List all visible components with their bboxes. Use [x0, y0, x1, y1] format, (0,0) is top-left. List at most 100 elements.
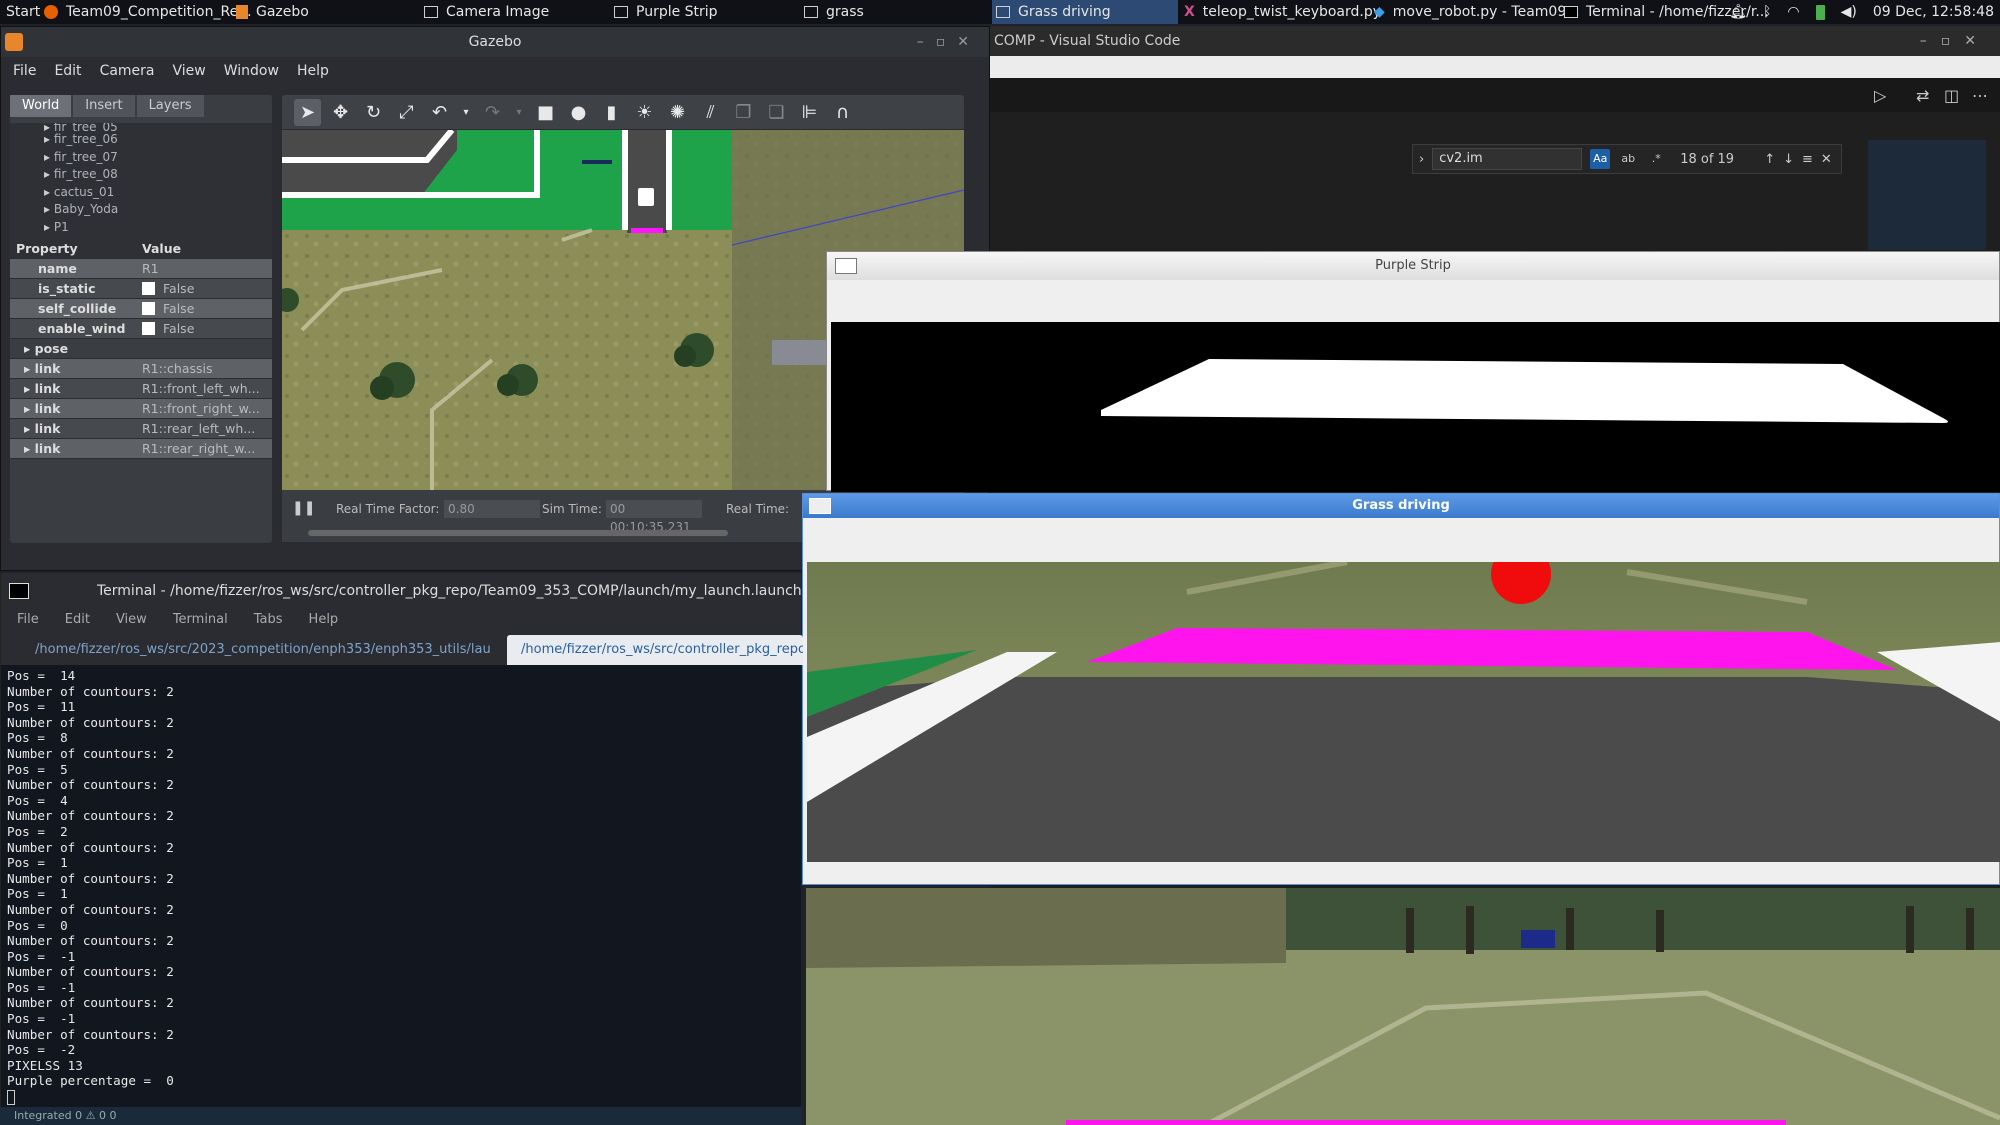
menu-help[interactable]: Help	[297, 57, 329, 85]
property-row[interactable]: link R1::rear_left_wh...	[10, 419, 272, 439]
terminal-icon	[1564, 6, 1578, 18]
property-row[interactable]: self_collide False	[10, 299, 272, 319]
align-icon[interactable]: ⊫	[796, 99, 823, 126]
menu-help[interactable]: Help	[309, 609, 339, 631]
chevron-right-icon[interactable]: ›	[1419, 152, 1424, 167]
terminal-line: Pos = 1	[7, 855, 68, 871]
clock[interactable]: 09 Dec, 12:58:48	[1873, 0, 1994, 24]
box-icon[interactable]: ■	[532, 99, 559, 126]
property-row[interactable]: pose	[10, 339, 272, 359]
chevron-down-icon[interactable]: ▾	[459, 99, 473, 126]
menu-camera[interactable]: Camera	[100, 57, 155, 85]
chevron-down-icon[interactable]: ▾	[512, 99, 526, 126]
menu-view[interactable]: View	[173, 57, 206, 85]
property-row[interactable]: name R1	[10, 259, 272, 279]
directional-light-icon[interactable]: ⫽	[697, 99, 724, 126]
property-row[interactable]: link R1::front_left_wh...	[10, 379, 272, 399]
property-row[interactable]: link R1::chassis	[10, 359, 272, 379]
tree-item[interactable]: P1	[44, 219, 272, 237]
more-icon[interactable]: ⋯	[1972, 86, 1988, 105]
terminal-output[interactable]: Pos = 14 Number of countours: 2 Pos = 11 Nu…	[7, 668, 797, 1088]
terminal-line: Number of countours: 2	[7, 870, 174, 886]
menu-file[interactable]: File	[13, 57, 36, 85]
menu-window[interactable]: Window	[224, 57, 279, 85]
compare-icon[interactable]: ⇄	[1916, 86, 1929, 105]
bell-icon[interactable]: 🔔︎	[1729, 0, 1747, 24]
minimap[interactable]	[1868, 140, 1986, 250]
translate-icon[interactable]: ✥	[327, 99, 354, 126]
close-icon[interactable]: ✕	[1821, 152, 1832, 167]
window-icon	[614, 6, 628, 18]
paste-icon[interactable]: ❏	[763, 99, 790, 126]
window-controls[interactable]: –▫✕	[917, 27, 981, 57]
rotate-icon[interactable]: ↻	[360, 99, 387, 126]
taskbar-item-gazebo[interactable]: Gazebo	[236, 0, 309, 24]
undo-icon[interactable]: ↶	[426, 99, 453, 126]
menu-tabs[interactable]: Tabs	[254, 609, 283, 631]
property-row[interactable]: link R1::front_right_w...	[10, 399, 272, 419]
match-case-toggle[interactable]: Aa	[1590, 149, 1611, 169]
gazebo-toolbar: ➤ ✥ ↻ ⤢ ↶ ▾ ↷ ▾ ■ ● ▮ ☀ ✺ ⫽ ❐ ❏ ⊫ ∩	[282, 95, 964, 129]
redo-icon[interactable]: ↷	[479, 99, 506, 126]
scale-icon[interactable]: ⤢	[393, 99, 420, 126]
tree-item[interactable]: fir_tree_05	[44, 123, 272, 131]
tree-item[interactable]: fir_tree_07	[44, 149, 272, 167]
terminal-line: Pos = 4	[7, 792, 68, 808]
split-editor-icon[interactable]: ◫	[1944, 86, 1959, 105]
battery-icon[interactable]	[1815, 4, 1825, 20]
property-row[interactable]: is_static False	[10, 279, 272, 299]
menu-file[interactable]: File	[17, 609, 39, 631]
pause-icon[interactable]: ❚❚	[292, 500, 315, 516]
scrollbar[interactable]	[308, 530, 728, 536]
window-controls[interactable]: –▫✕	[1920, 26, 1990, 56]
tree-item[interactable]: fir_tree_06	[44, 131, 272, 149]
checkbox[interactable]	[142, 322, 155, 335]
property-row[interactable]: link R1::rear_right_w...	[10, 439, 272, 459]
cylinder-icon[interactable]: ▮	[598, 99, 625, 126]
run-icon[interactable]: ▷	[1874, 86, 1886, 105]
find-in-selection-icon[interactable]: ≡	[1802, 152, 1813, 167]
wifi-icon[interactable]: ◠	[1787, 0, 1799, 24]
snap-icon[interactable]: ∩	[829, 99, 856, 126]
terminal-tab-2[interactable]: /home/fizzer/ros_ws/src/controller_pkg_r…	[507, 635, 803, 665]
property-row[interactable]: enable_wind False	[10, 319, 272, 339]
tree-item[interactable]: cactus_01	[44, 184, 272, 202]
arrow-down-icon[interactable]: ↓	[1783, 152, 1794, 167]
menu-edit[interactable]: Edit	[54, 57, 81, 85]
menu-view[interactable]: View	[116, 609, 147, 631]
menu-terminal[interactable]: Terminal	[173, 609, 228, 631]
terminal-tab-1[interactable]: /home/fizzer/ros_ws/src/2023_competition…	[21, 635, 491, 665]
spot-light-icon[interactable]: ✺	[664, 99, 691, 126]
menu-edit[interactable]: Edit	[65, 609, 90, 631]
tree-item[interactable]: Baby_Yoda	[44, 201, 272, 219]
taskbar-item-firefox[interactable]: Team09_Competition_Re...	[44, 0, 252, 24]
tree-item[interactable]: fir_tree_08	[44, 166, 272, 184]
bluetooth-icon[interactable]: ᛒ	[1763, 0, 1771, 24]
taskbar-item-purple-strip[interactable]: Purple Strip	[614, 0, 718, 24]
terminal-line: Pos = 5	[7, 761, 68, 777]
taskbar-item-grass-driving[interactable]: Grass driving	[992, 0, 1178, 24]
checkbox[interactable]	[142, 302, 155, 315]
volume-icon[interactable]: ◀)	[1841, 0, 1857, 24]
select-arrow-icon[interactable]: ➤	[294, 98, 321, 126]
arrow-up-icon[interactable]: ↑	[1764, 152, 1775, 167]
taskbar-item-vscode[interactable]: ◆ move_robot.py - Team09...	[1374, 0, 1580, 24]
gazebo-icon	[236, 5, 248, 19]
x-icon: X	[1184, 4, 1195, 20]
tab-world[interactable]: World	[10, 95, 72, 117]
taskbar-item-grass[interactable]: grass	[804, 0, 864, 24]
start-button[interactable]: Start	[6, 0, 40, 24]
tab-insert[interactable]: Insert	[73, 95, 135, 117]
match-word-toggle[interactable]: ab	[1618, 149, 1638, 169]
tab-layers[interactable]: Layers	[136, 95, 204, 117]
taskbar-item-teleop[interactable]: X teleop_twist_keyboard.py	[1184, 0, 1381, 24]
copy-icon[interactable]: ❐	[730, 99, 757, 126]
taskbar-item-camera-image[interactable]: Camera Image	[424, 0, 549, 24]
point-light-icon[interactable]: ☀	[631, 99, 658, 126]
gazebo-titlebar: Gazebo –▫✕	[1, 27, 989, 57]
checkbox[interactable]	[142, 282, 155, 295]
sphere-icon[interactable]: ●	[565, 99, 592, 126]
purple-strip-titlebar: Purple Strip	[827, 252, 1999, 280]
find-input[interactable]: cv2.im	[1432, 148, 1583, 170]
regex-toggle[interactable]: .*	[1646, 149, 1666, 169]
